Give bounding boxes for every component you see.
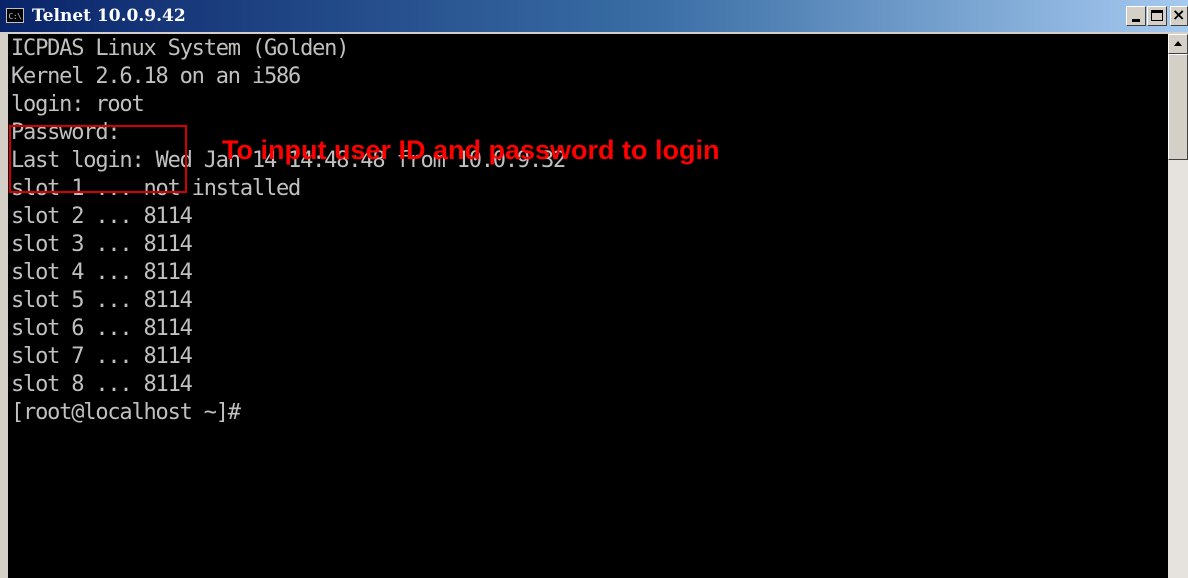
maximize-button[interactable]: [1147, 6, 1167, 26]
console-line-slot-6: slot 6 ... 8114: [11, 316, 193, 341]
maximize-icon: [1151, 10, 1163, 21]
console-line-kernel: Kernel 2.6.18 on an i586: [11, 64, 301, 89]
close-button[interactable]: ×: [1170, 5, 1188, 26]
console-output[interactable]: ICPDAS Linux System (Golden) Kernel 2.6.…: [8, 34, 1168, 578]
minimize-button[interactable]: [1126, 6, 1146, 26]
console-line-slot-2: slot 2 ... 8114: [11, 204, 193, 229]
console-line-slot-7: slot 7 ... 8114: [11, 344, 193, 369]
console-line-login: login: root: [11, 92, 145, 117]
window-title: Telnet 10.0.9.42: [32, 6, 186, 26]
console-app-icon[interactable]: C:\: [6, 8, 24, 23]
console-line-slot-3: slot 3 ... 8114: [11, 232, 193, 257]
console-lines: ICPDAS Linux System (Golden) Kernel 2.6.…: [11, 35, 566, 427]
close-icon: ×: [1172, 5, 1186, 24]
arrow-up-icon: [1174, 41, 1182, 46]
console-line-slot-8: slot 8 ... 8114: [11, 372, 193, 397]
console-line-system: ICPDAS Linux System (Golden): [11, 36, 349, 61]
login-highlight-box: [9, 125, 187, 193]
console-line-slot-4: slot 4 ... 8114: [11, 260, 193, 285]
console-line-slot-5: slot 5 ... 8114: [11, 288, 193, 313]
shell-prompt[interactable]: [root@localhost ~]#: [11, 399, 565, 427]
minimize-icon: [1132, 19, 1140, 22]
scroll-thumb[interactable]: [1168, 54, 1188, 160]
scroll-up-button[interactable]: [1168, 34, 1188, 54]
vertical-scrollbar[interactable]: [1168, 34, 1188, 578]
telnet-window: C:\ Telnet 10.0.9.42 × ICPDAS Linux Syst…: [0, 0, 1188, 578]
login-annotation: To input user ID and password to login: [222, 135, 720, 165]
title-bar[interactable]: C:\ Telnet 10.0.9.42 ×: [0, 0, 1188, 32]
